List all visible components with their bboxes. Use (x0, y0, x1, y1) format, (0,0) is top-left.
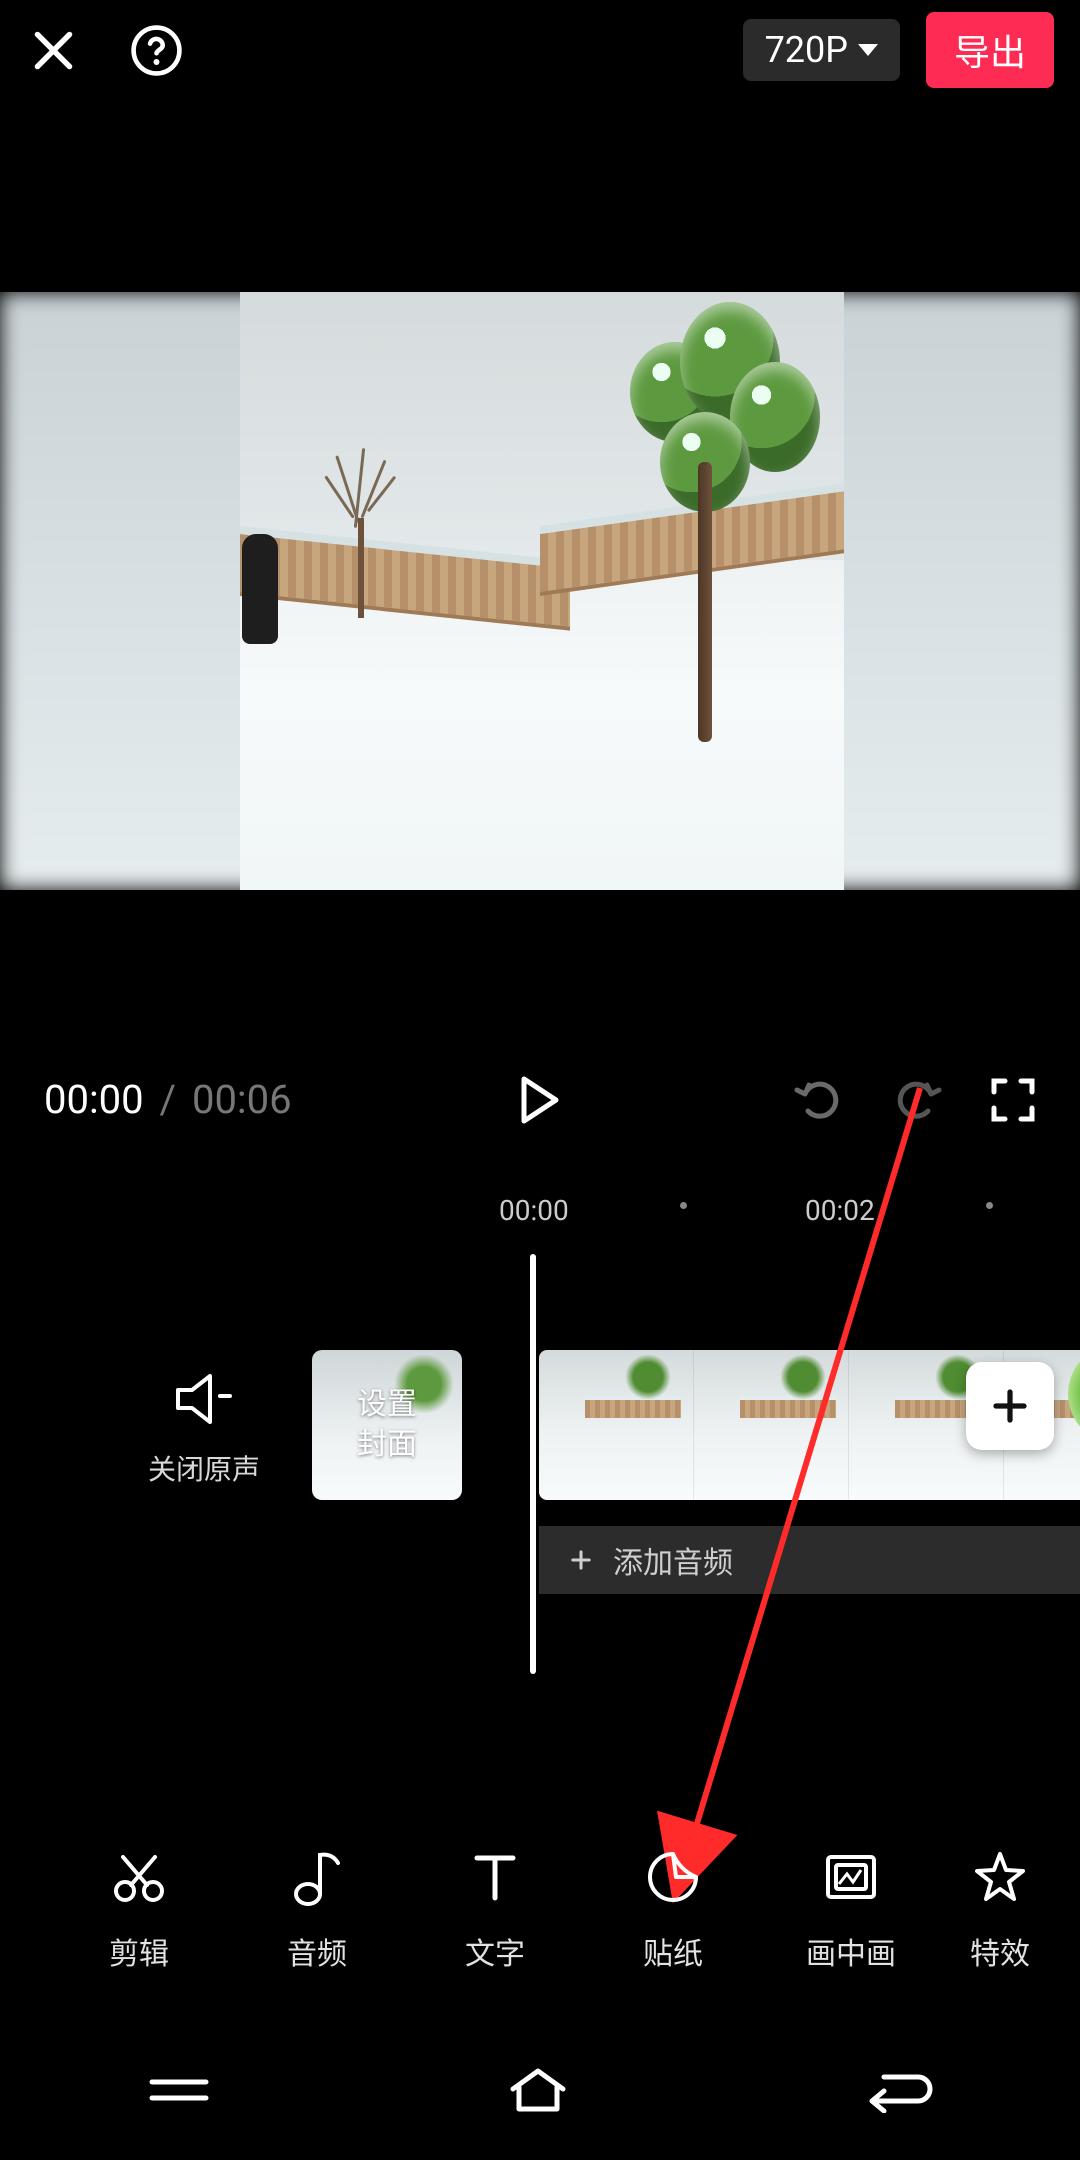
timeline[interactable]: 关闭原声 设置 封面 添加音频 (0, 1254, 1080, 1684)
tool-audio[interactable]: 音频 (228, 1847, 406, 1973)
sticker-icon (646, 1850, 700, 1904)
tool-pip[interactable]: 画中画 (762, 1847, 940, 1973)
time-separator: / (160, 1076, 177, 1123)
ruler-tick: 00:00 (499, 1194, 569, 1227)
clip-frame (539, 1350, 694, 1500)
add-audio-label: 添加音频 (613, 1538, 733, 1582)
nav-menu-button[interactable] (146, 2070, 212, 2110)
play-icon (518, 1075, 562, 1125)
help-icon (129, 23, 184, 78)
mute-label: 关闭原声 (148, 1448, 260, 1488)
resolution-button[interactable]: 720P (743, 19, 900, 81)
export-label: 导出 (954, 32, 1026, 74)
redo-icon (892, 1078, 942, 1122)
tool-label: 特效 (970, 1929, 1030, 1973)
scissors-icon (111, 1849, 167, 1905)
close-button[interactable] (26, 23, 81, 78)
close-icon (26, 23, 81, 78)
tool-label: 剪辑 (109, 1929, 169, 1973)
timecode: 00:00 / 00:06 (44, 1076, 292, 1123)
current-time: 00:00 (44, 1076, 144, 1123)
play-button[interactable] (518, 1075, 562, 1125)
add-clip-button[interactable] (966, 1362, 1054, 1450)
help-button[interactable] (129, 23, 184, 78)
clip-frame (694, 1350, 849, 1500)
undo-icon (794, 1078, 844, 1122)
fullscreen-button[interactable] (990, 1077, 1036, 1123)
resolution-label: 720P (765, 29, 848, 71)
home-icon (503, 2065, 573, 2115)
top-bar: 720P 导出 (0, 0, 1080, 100)
bottom-toolbar: 剪辑 音频 文字 贴纸 画中画 特效 (0, 1810, 1080, 2010)
cover-label: 设置 封面 (357, 1385, 417, 1465)
plus-icon (989, 1385, 1031, 1427)
nav-home-button[interactable] (503, 2065, 573, 2115)
tool-label: 文字 (465, 1929, 525, 1973)
tool-edit[interactable]: 剪辑 (50, 1847, 228, 1973)
ruler-dot (680, 1202, 687, 1209)
redo-button[interactable] (892, 1078, 942, 1122)
menu-icon (146, 2070, 212, 2110)
ruler-dot (986, 1202, 993, 1209)
timeline-ruler[interactable]: 00:00 00:02 (0, 1180, 1080, 1240)
top-left-group (26, 23, 184, 78)
tool-sticker[interactable]: 贴纸 (584, 1847, 762, 1973)
pip-icon (823, 1852, 879, 1902)
tool-effect[interactable]: 特效 (940, 1847, 1060, 1973)
chevron-down-icon (858, 44, 878, 56)
nav-back-button[interactable] (864, 2067, 934, 2113)
add-audio-button[interactable]: 添加音频 (539, 1526, 1080, 1594)
set-cover-button[interactable]: 设置 封面 (312, 1350, 462, 1500)
undo-button[interactable] (794, 1078, 844, 1122)
speaker-icon (172, 1372, 236, 1426)
export-button[interactable]: 导出 (926, 12, 1054, 88)
back-icon (864, 2067, 934, 2113)
music-note-icon (292, 1847, 342, 1907)
tool-text[interactable]: 文字 (406, 1847, 584, 1973)
fullscreen-icon (990, 1077, 1036, 1123)
total-time: 00:06 (192, 1076, 292, 1123)
tool-label: 音频 (287, 1929, 347, 1973)
ruler-tick: 00:02 (805, 1194, 875, 1227)
playhead[interactable] (530, 1254, 536, 1674)
playback-controls: 00:00 / 00:06 (0, 1076, 1080, 1123)
plus-icon (567, 1546, 595, 1574)
top-right-group: 720P 导出 (743, 12, 1054, 88)
control-right-group (794, 1077, 1036, 1123)
tool-label: 画中画 (806, 1929, 896, 1973)
tool-label: 贴纸 (643, 1929, 703, 1973)
preview-frame (240, 292, 844, 890)
star-icon (975, 1850, 1025, 1904)
system-nav-bar (0, 2020, 1080, 2160)
mute-original-button[interactable]: 关闭原声 (148, 1372, 260, 1488)
text-icon (471, 1850, 519, 1904)
video-preview[interactable] (0, 292, 1080, 890)
